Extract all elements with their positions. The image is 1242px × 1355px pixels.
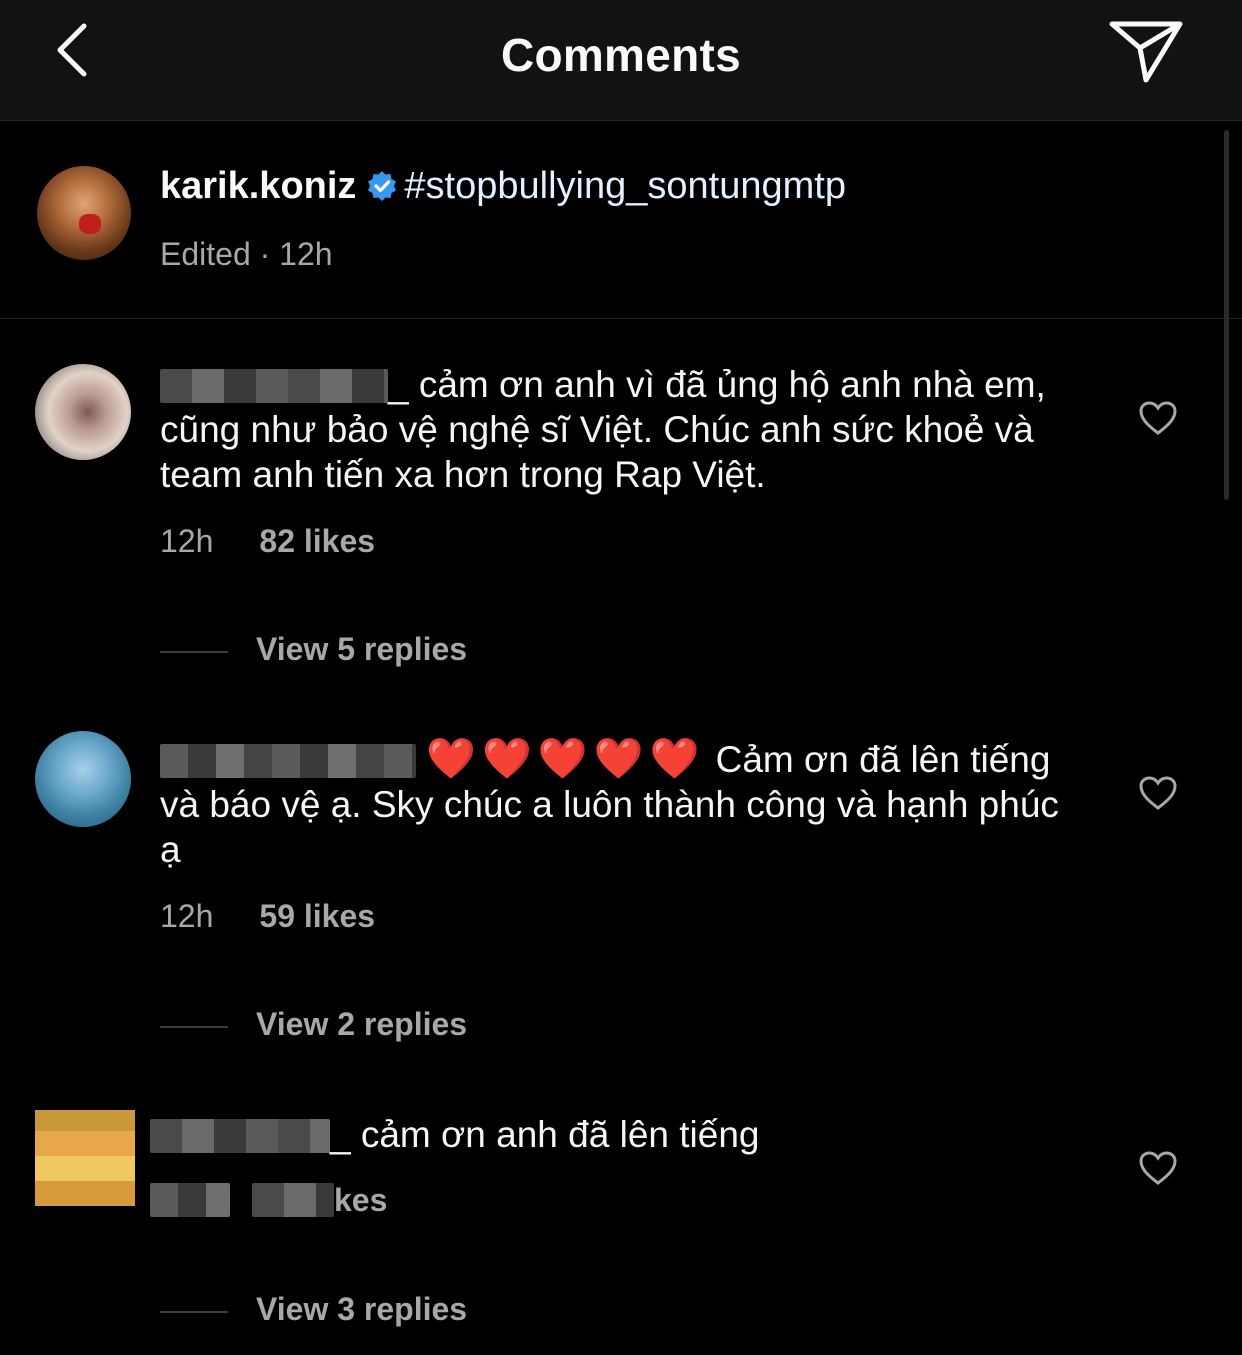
- view-replies-button[interactable]: View 5 replies: [160, 631, 467, 668]
- comment-time: 12h: [160, 523, 214, 559]
- blurred-likes: [252, 1183, 334, 1217]
- caption-line: karik.koniz #stopbullying_sontungmtp: [160, 165, 846, 212]
- view-replies-button[interactable]: View 3 replies: [160, 1291, 467, 1328]
- replies-divider: [160, 1025, 228, 1028]
- verified-badge-icon: [366, 169, 398, 212]
- comment-meta: kes: [150, 1182, 387, 1219]
- like-button[interactable]: [1138, 775, 1178, 811]
- heart-outline-icon: [1139, 776, 1177, 810]
- blurred-username: [160, 369, 388, 403]
- heart-outline-icon: [1139, 401, 1177, 435]
- author-avatar[interactable]: [37, 166, 131, 260]
- caption-hashtag[interactable]: #stopbullying_sontungmtp: [404, 165, 846, 207]
- comment-likes[interactable]: 59 likes: [259, 898, 375, 934]
- top-bar: Comments: [0, 0, 1242, 121]
- replies-divider: [160, 1310, 228, 1313]
- heart-outline-icon: [1139, 1151, 1177, 1185]
- author-username[interactable]: karik.koniz: [160, 165, 356, 207]
- comment-likes[interactable]: kes: [334, 1182, 387, 1218]
- commenter-avatar[interactable]: [35, 364, 131, 460]
- comment-time: 12h: [160, 898, 214, 934]
- comment-likes[interactable]: 82 likes: [259, 523, 375, 559]
- comment-text: _ cảm ơn anh vì đã ủng hộ anh nhà em, cũ…: [160, 364, 1046, 495]
- comment-text: _ cảm ơn anh đã lên tiếng: [150, 1112, 1050, 1157]
- caption-meta: Edited · 12h: [160, 236, 333, 272]
- share-button[interactable]: [1106, 18, 1186, 88]
- like-button[interactable]: [1138, 1150, 1178, 1186]
- heart-emojis: ❤️❤️❤️❤️❤️: [426, 736, 706, 782]
- blurred-username: [160, 744, 416, 778]
- scrollbar[interactable]: [1224, 130, 1229, 500]
- comment-text: ❤️❤️❤️❤️❤️ Cảm ơn đã lên tiếng và báo vệ…: [160, 736, 1059, 870]
- page-title: Comments: [500, 29, 742, 81]
- replies-divider: [160, 650, 228, 653]
- commenter-avatar[interactable]: [35, 731, 131, 827]
- post-caption: karik.koniz #stopbullying_sontungmtp Edit…: [0, 121, 1242, 319]
- comment-meta: 12h 82 likes: [160, 523, 375, 560]
- like-button[interactable]: [1138, 400, 1178, 436]
- commenter-avatar[interactable]: [35, 1110, 135, 1206]
- send-icon: [1109, 21, 1183, 83]
- blurred-time: [150, 1183, 230, 1217]
- view-replies-button[interactable]: View 2 replies: [160, 1006, 467, 1043]
- comment-meta: 12h 59 likes: [160, 898, 375, 935]
- blurred-username: [150, 1119, 330, 1153]
